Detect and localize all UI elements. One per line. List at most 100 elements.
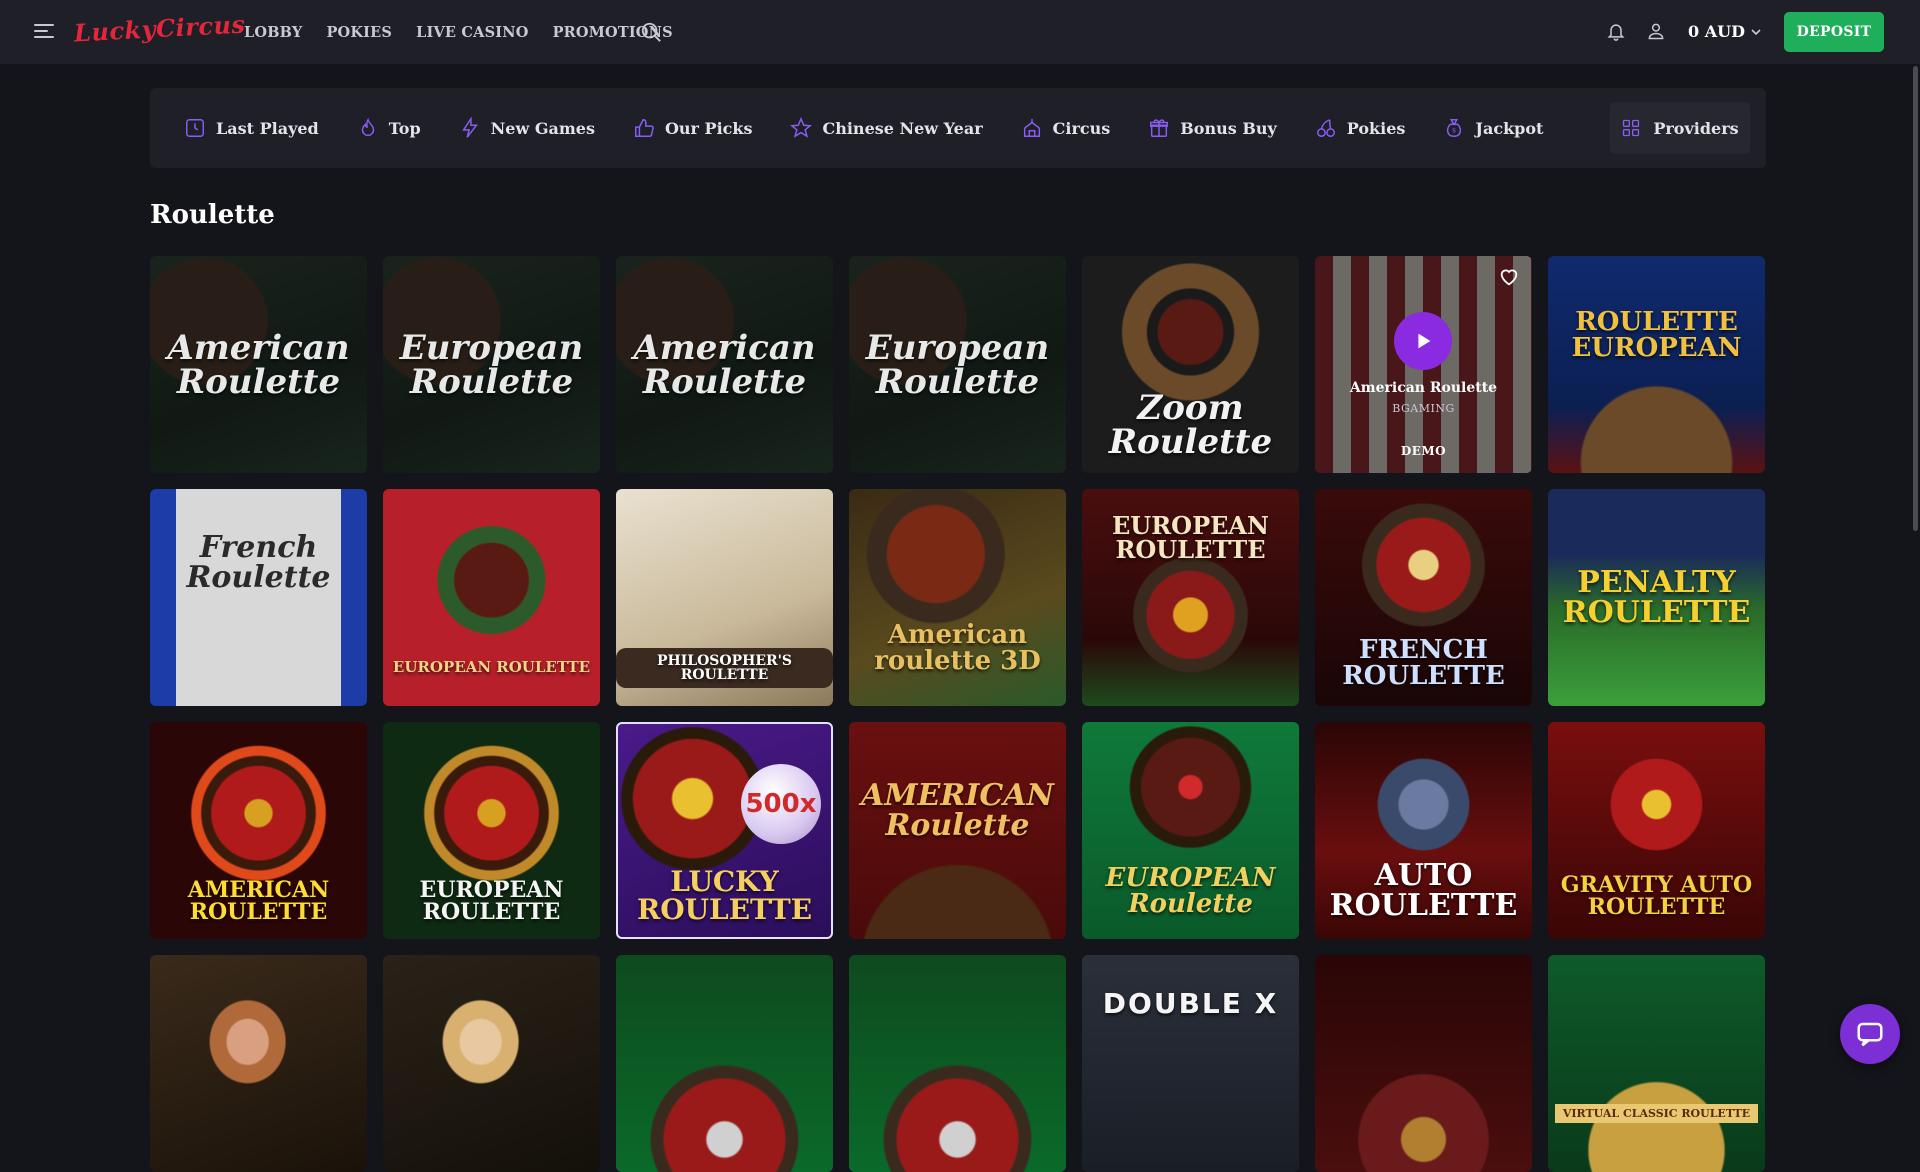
- nav-lobby[interactable]: LOBBY: [244, 24, 302, 41]
- game-title: GRAVITY AUTO ROULETTE: [1560, 871, 1753, 920]
- coin-bag-icon: $: [1447, 119, 1462, 137]
- game-tile[interactable]: EUROPEAN ROULETTE: [383, 722, 600, 939]
- game-tile[interactable]: American Roulette: [616, 256, 833, 473]
- section-title: Roulette: [150, 200, 275, 230]
- balance-amount: 0 AUD: [1688, 22, 1745, 41]
- gift-icon: [1150, 119, 1169, 137]
- game-tile[interactable]: French Roulette: [150, 489, 367, 706]
- chat-button[interactable]: [1840, 1004, 1900, 1064]
- nav-pokies[interactable]: POKIES: [326, 24, 392, 41]
- game-tile[interactable]: AUTO ROULETTE: [1315, 722, 1532, 939]
- game-tile[interactable]: DOUBLE X: [1082, 955, 1299, 1172]
- category-label: Chinese New Year: [822, 118, 983, 138]
- game-tile[interactable]: AMERICAN Roulette: [849, 722, 1066, 939]
- top-bar: LuckyCircus LOBBY POKIES LIVE CASINO PRO…: [0, 0, 1920, 64]
- game-tile[interactable]: European Roulette: [849, 256, 1066, 473]
- game-title: EUROPEAN ROULETTE: [392, 658, 591, 676]
- logo[interactable]: LuckyCircus: [73, 10, 246, 48]
- game-tile[interactable]: 500x LUCKY ROULETTE: [616, 722, 833, 939]
- game-tile[interactable]: VIRTUAL CLASSIC ROULETTE: [1548, 955, 1765, 1172]
- category-label: Pokies: [1346, 118, 1406, 138]
- game-title: VIRTUAL CLASSIC ROULETTE: [1554, 1104, 1759, 1123]
- flame-icon: [361, 117, 374, 136]
- category-our-picks[interactable]: Our Picks: [633, 117, 753, 139]
- game-title: ROULETTE EUROPEAN: [1571, 306, 1742, 363]
- search-icon[interactable]: [640, 21, 662, 43]
- cherries-icon: [1316, 119, 1335, 137]
- play-button[interactable]: [1394, 312, 1452, 370]
- category-label: Bonus Buy: [1180, 118, 1277, 138]
- game-title: Zoom Roulette: [1108, 387, 1273, 462]
- game-tile[interactable]: American Roulette: [150, 256, 367, 473]
- balance-dropdown[interactable]: 0 AUD: [1688, 22, 1761, 41]
- category-label: Jackpot: [1475, 118, 1544, 138]
- game-tile[interactable]: FRENCH ROULETTE: [1315, 489, 1532, 706]
- category-last-played[interactable]: Last Played: [184, 117, 319, 139]
- scrollbar-thumb[interactable]: [1913, 66, 1918, 531]
- game-title: LUCKY ROULETTE: [636, 864, 813, 926]
- clock-icon: [186, 119, 204, 137]
- game-tile-hovered[interactable]: American Roulette BGAMING DEMO: [1315, 256, 1532, 473]
- game-title: American roulette 3D: [874, 619, 1041, 676]
- game-title: EUROPEAN ROULETTE: [419, 876, 564, 925]
- user-icon[interactable]: [1646, 20, 1666, 42]
- category-jackpot[interactable]: $ Jackpot: [1443, 117, 1543, 139]
- category-pokies[interactable]: Pokies: [1315, 117, 1406, 139]
- game-title: DOUBLE X: [1102, 986, 1279, 1020]
- category-label: Circus: [1052, 118, 1111, 138]
- game-tile[interactable]: [849, 955, 1066, 1172]
- category-label: Top: [388, 118, 421, 138]
- providers-label: Providers: [1653, 118, 1739, 138]
- bell-icon[interactable]: [1606, 20, 1626, 42]
- chat-icon: [1857, 1022, 1883, 1047]
- category-chinese-new-year[interactable]: Chinese New Year: [790, 117, 983, 139]
- game-title: FRENCH ROULETTE: [1342, 634, 1505, 691]
- game-title: EUROPEAN ROULETTE: [1112, 510, 1269, 564]
- game-title: French Roulette: [186, 529, 331, 595]
- game-tile[interactable]: Zoom Roulette: [1082, 256, 1299, 473]
- game-title: PENALTY ROULETTE: [1562, 564, 1751, 630]
- svg-text:$: $: [1452, 127, 1456, 135]
- demo-link[interactable]: DEMO: [1315, 444, 1532, 458]
- play-icon: [1418, 333, 1431, 349]
- game-tile[interactable]: European Roulette: [383, 256, 600, 473]
- game-tile[interactable]: PHILOSOPHER'S ROULETTE: [616, 489, 833, 706]
- game-title: European Roulette: [865, 327, 1050, 402]
- game-tile[interactable]: [383, 955, 600, 1172]
- grid-icon: [1623, 119, 1640, 137]
- category-label: New Games: [490, 118, 595, 138]
- main-nav: LOBBY POKIES LIVE CASINO PROMOTIONS: [244, 0, 673, 64]
- game-title: American Roulette: [633, 327, 816, 402]
- category-circus[interactable]: Circus: [1021, 117, 1111, 139]
- game-tile[interactable]: [616, 955, 833, 1172]
- game-title: AMERICAN ROULETTE: [187, 876, 330, 925]
- chevron-down-icon: [1751, 28, 1761, 35]
- game-title: PHILOSOPHER'S ROULETTE: [616, 647, 833, 688]
- game-tile[interactable]: GRAVITY AUTO ROULETTE: [1548, 722, 1765, 939]
- game-tile[interactable]: [1315, 955, 1532, 1172]
- lightning-icon: [461, 117, 478, 138]
- game-tile[interactable]: American roulette 3D: [849, 489, 1066, 706]
- category-label: Our Picks: [664, 118, 753, 138]
- menu-icon[interactable]: [34, 22, 54, 40]
- game-tile[interactable]: AMERICAN ROULETTE: [150, 722, 367, 939]
- deposit-button[interactable]: DEPOSIT: [1784, 12, 1884, 52]
- thumbs-up-icon: [634, 119, 654, 137]
- multiplier-text: 500x: [745, 789, 817, 819]
- nav-live-casino[interactable]: LIVE CASINO: [416, 24, 528, 41]
- game-tile[interactable]: EUROPEAN Roulette: [1082, 722, 1299, 939]
- category-bonus-buy[interactable]: Bonus Buy: [1148, 117, 1277, 139]
- game-title: EUROPEAN Roulette: [1105, 862, 1276, 919]
- game-tile[interactable]: [150, 955, 367, 1172]
- heart-icon[interactable]: [1498, 266, 1520, 288]
- category-new-games[interactable]: New Games: [459, 117, 595, 139]
- game-tile[interactable]: EUROPEAN ROULETTE: [1082, 489, 1299, 706]
- multiplier-badge: 500x: [741, 764, 821, 844]
- game-tile[interactable]: ROULETTE EUROPEAN: [1548, 256, 1765, 473]
- providers-button[interactable]: Providers: [1610, 102, 1750, 154]
- game-title: AMERICAN Roulette: [861, 777, 1054, 843]
- game-tile[interactable]: EUROPEAN ROULETTE: [383, 489, 600, 706]
- game-tile[interactable]: PENALTY ROULETTE: [1548, 489, 1765, 706]
- star-icon: [790, 117, 813, 138]
- category-top[interactable]: Top: [357, 117, 421, 139]
